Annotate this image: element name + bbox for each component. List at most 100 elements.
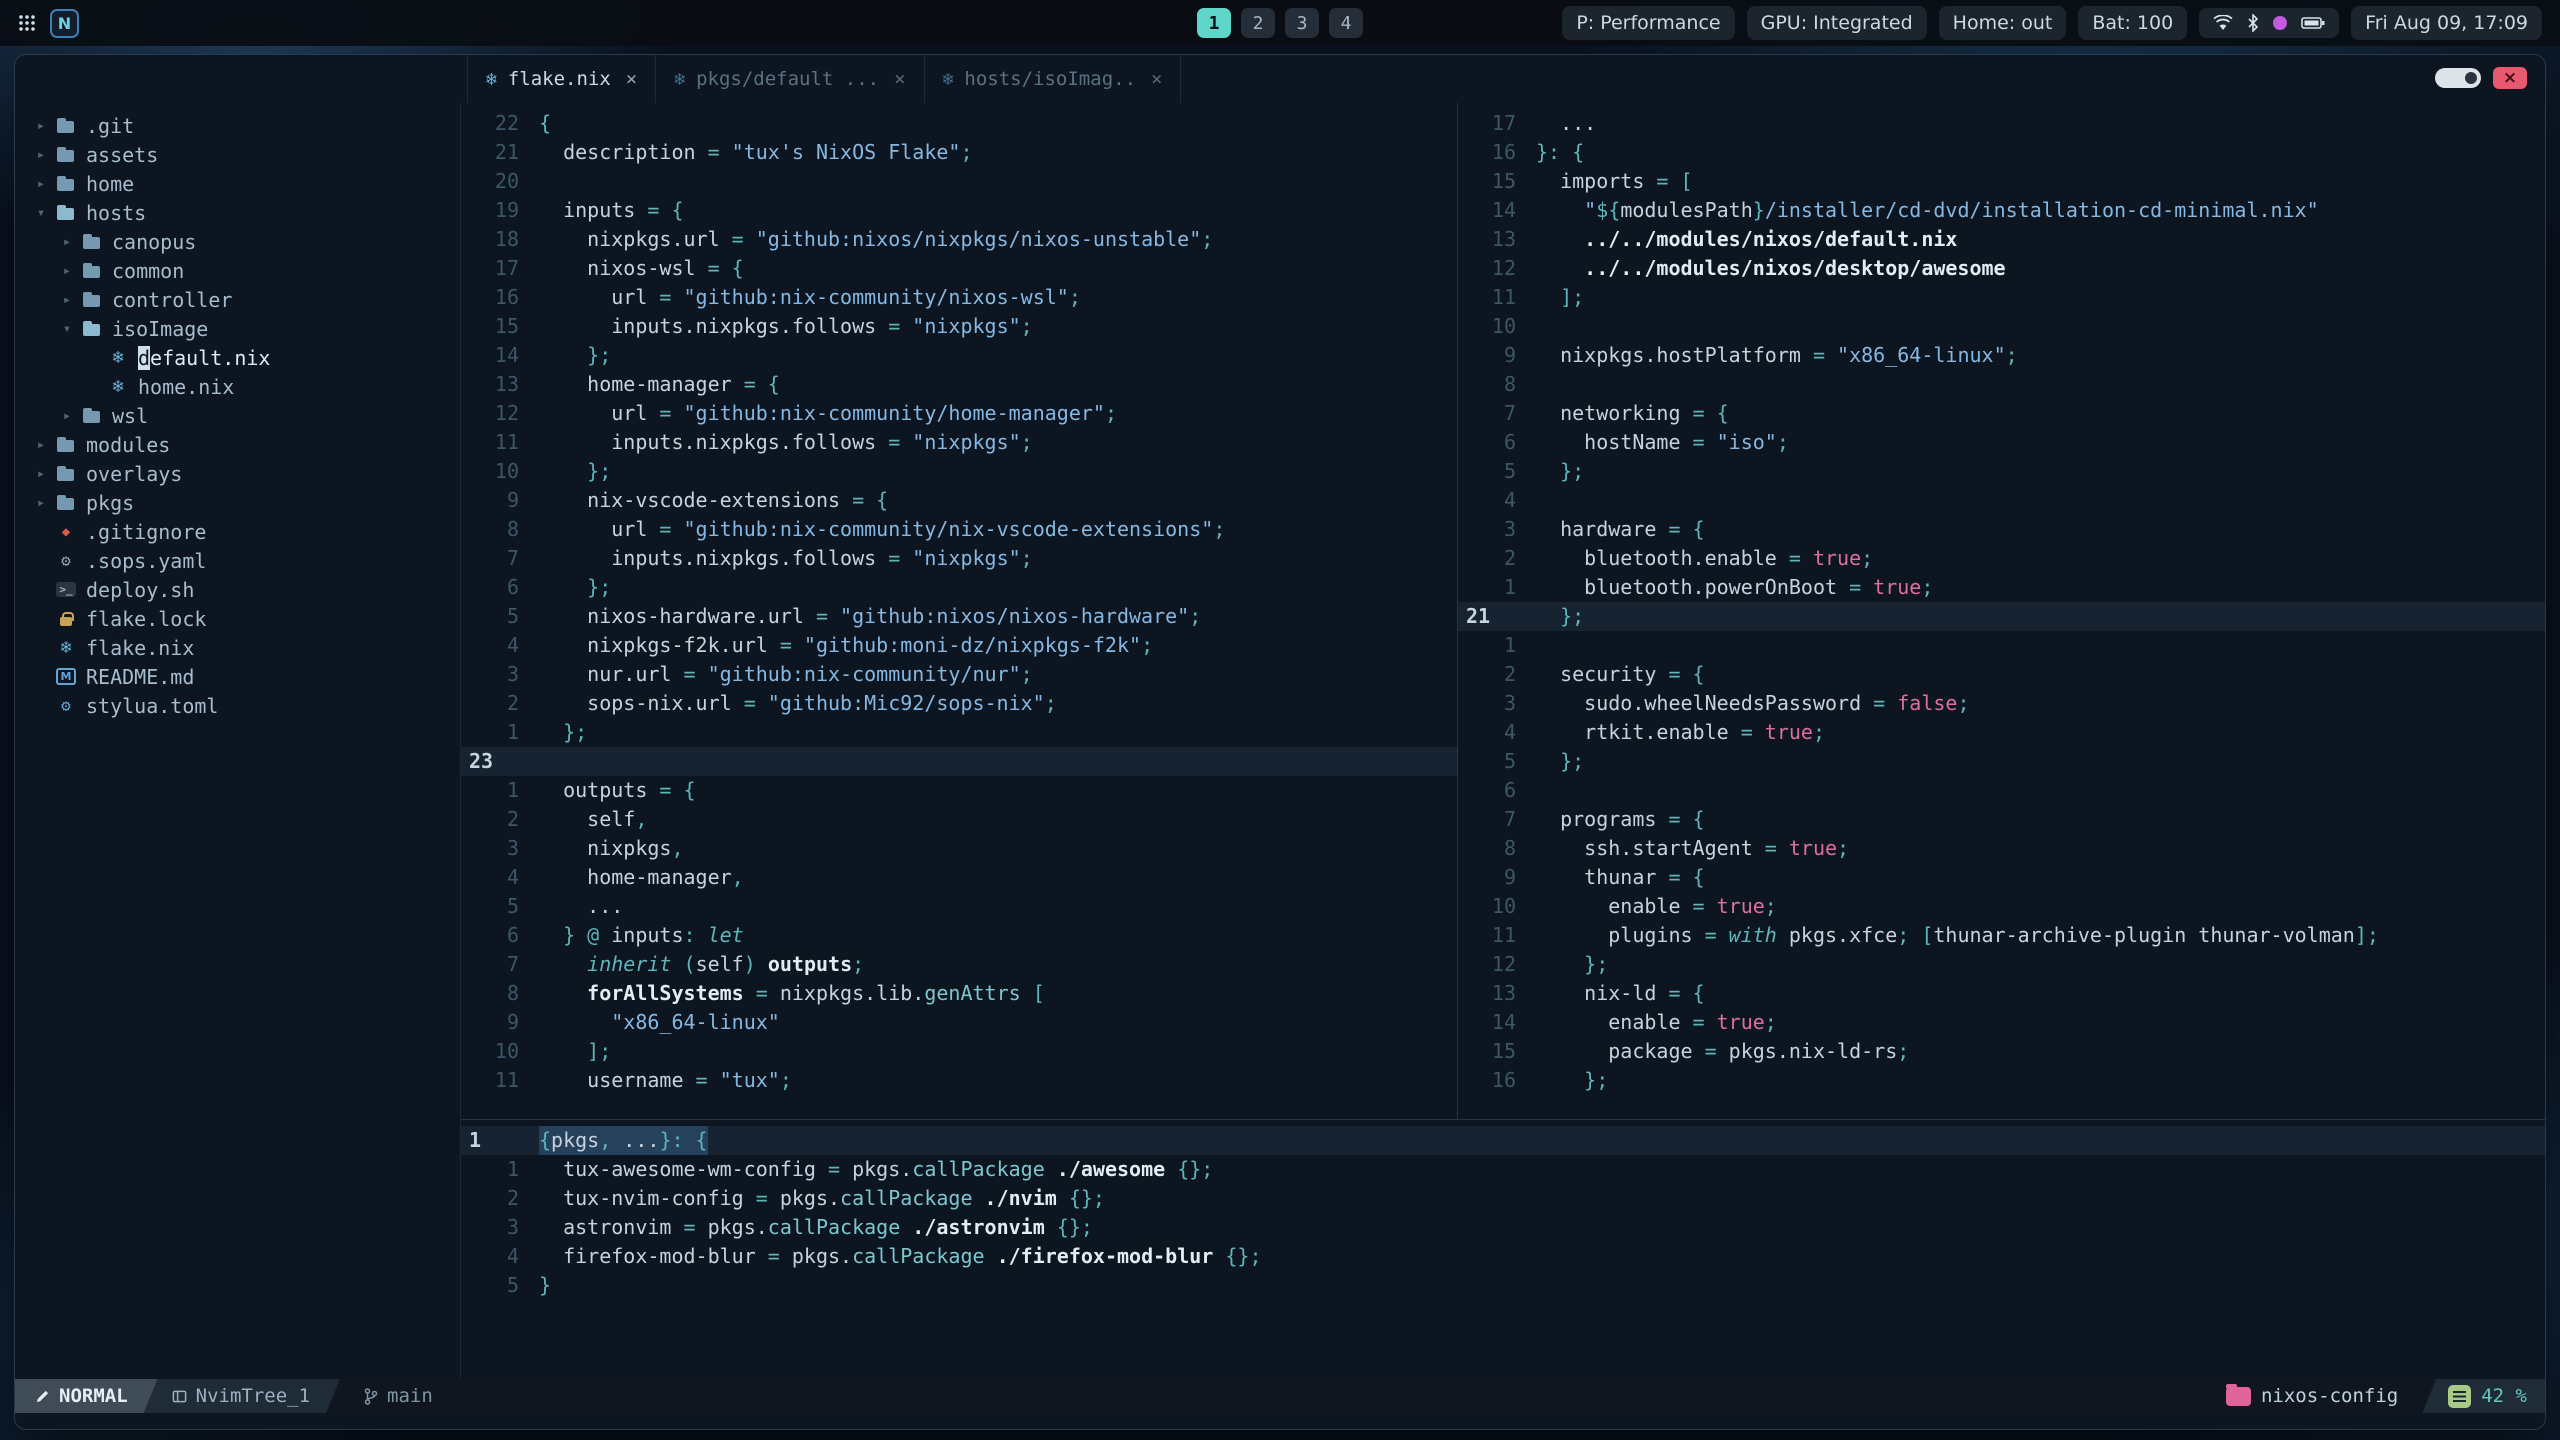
window-close-button[interactable]: ×: [2493, 67, 2527, 89]
code-line[interactable]: 10 };: [461, 457, 1457, 486]
code-line[interactable]: 1 {pkgs, ...}: {: [461, 1126, 2545, 1155]
code-line[interactable]: 3 astronvim = pkgs.callPackage ./astronv…: [461, 1213, 2545, 1242]
code-line[interactable]: 2 tux-nvim-config = pkgs.callPackage ./n…: [461, 1184, 2545, 1213]
workspace-button-4[interactable]: 4: [1329, 8, 1363, 38]
code-line[interactable]: 1 };: [461, 718, 1457, 747]
code-line[interactable]: 15 package = pkgs.nix-ld-rs;: [1458, 1037, 2545, 1066]
code-line[interactable]: 18 nixpkgs.url = "github:nixos/nixpkgs/n…: [461, 225, 1457, 254]
code-line[interactable]: 7 inherit (self) outputs;: [461, 950, 1457, 979]
code-line[interactable]: 14 };: [461, 341, 1457, 370]
window-toggle-button[interactable]: [2435, 68, 2481, 88]
close-icon[interactable]: ×: [1151, 68, 1162, 90]
code-line[interactable]: 2 bluetooth.enable = true;: [1458, 544, 2545, 573]
code-line[interactable]: 23: [461, 747, 1457, 776]
launcher-icon[interactable]: [18, 14, 36, 32]
tree-item-isoimage[interactable]: ▾ isoImage: [15, 314, 460, 343]
tab-flake-nix[interactable]: ❄ flake.nix ×: [467, 55, 657, 103]
code-line[interactable]: 3 sudo.wheelNeedsPassword = false;: [1458, 689, 2545, 718]
code-line[interactable]: 6 };: [461, 573, 1457, 602]
tree-item-assets[interactable]: ▸ assets: [15, 140, 460, 169]
code-line[interactable]: 11 plugins = with pkgs.xfce; [thunar-arc…: [1458, 921, 2545, 950]
code-line[interactable]: 4 firefox-mod-blur = pkgs.callPackage ./…: [461, 1242, 2545, 1271]
app-icon[interactable]: N: [50, 8, 79, 38]
tree-item-overlays[interactable]: ▸ overlays: [15, 459, 460, 488]
code-line[interactable]: 12 ../../modules/nixos/desktop/awesome: [1458, 254, 2545, 283]
code-line[interactable]: 9 "x86_64-linux": [461, 1008, 1457, 1037]
code-line[interactable]: 11 inputs.nixpkgs.follows = "nixpkgs";: [461, 428, 1457, 457]
tree-item-modules[interactable]: ▸ modules: [15, 430, 460, 459]
code-line[interactable]: 3 nur.url = "github:nix-community/nur";: [461, 660, 1457, 689]
code-line[interactable]: 8 forAllSystems = nixpkgs.lib.genAttrs [: [461, 979, 1457, 1008]
code-line[interactable]: 2 self,: [461, 805, 1457, 834]
tree-item-deploy-sh[interactable]: >_ deploy.sh: [15, 575, 460, 604]
tree-item-wsl[interactable]: ▸ wsl: [15, 401, 460, 430]
code-line[interactable]: 1 bluetooth.powerOnBoot = true;: [1458, 573, 2545, 602]
close-icon[interactable]: ×: [894, 68, 905, 90]
code-line[interactable]: 14 enable = true;: [1458, 1008, 2545, 1037]
editor-pane-iso-default[interactable]: 17 ... 16}: {15 imports = [14 "${modulesP…: [1457, 103, 2545, 1119]
tree-item-controller[interactable]: ▸ controller: [15, 285, 460, 314]
code-line[interactable]: 12 };: [1458, 950, 2545, 979]
code-line[interactable]: 19 inputs = {: [461, 196, 1457, 225]
code-line[interactable]: 15 imports = [: [1458, 167, 2545, 196]
code-line[interactable]: 4 home-manager,: [461, 863, 1457, 892]
code-line[interactable]: 1 outputs = {: [461, 776, 1457, 805]
workspace-button-2[interactable]: 2: [1241, 8, 1275, 38]
code-line[interactable]: 17 nixos-wsl = {: [461, 254, 1457, 283]
code-line[interactable]: 1 tux-awesome-wm-config = pkgs.callPacka…: [461, 1155, 2545, 1184]
tree-item-sops-yaml[interactable]: ⚙ .sops.yaml: [15, 546, 460, 575]
code-line[interactable]: 5}: [461, 1271, 2545, 1300]
tab-pkgs-default[interactable]: ❄ pkgs/default ... ×: [656, 55, 925, 103]
code-line[interactable]: 14 "${modulesPath}/installer/cd-dvd/inst…: [1458, 196, 2545, 225]
battery-icon[interactable]: [2301, 16, 2325, 30]
bluetooth-icon[interactable]: [2247, 14, 2259, 32]
code-line[interactable]: 9 nix-vscode-extensions = {: [461, 486, 1457, 515]
code-line[interactable]: 6 } @ inputs: let: [461, 921, 1457, 950]
code-line[interactable]: 21 };: [1458, 602, 2545, 631]
tree-item-home-nix[interactable]: ❄ home.nix: [15, 372, 460, 401]
code-line[interactable]: 5 nixos-hardware.url = "github:nixos/nix…: [461, 602, 1457, 631]
editor-pane-pkgs-default[interactable]: 1 {pkgs, ...}: {1 tux-awesome-wm-config =…: [461, 1119, 2545, 1379]
code-line[interactable]: 16}: {: [1458, 138, 2545, 167]
code-line[interactable]: 10 enable = true;: [1458, 892, 2545, 921]
code-line[interactable]: 11 ];: [1458, 283, 2545, 312]
tree-item-gitignore[interactable]: ◆ .gitignore: [15, 517, 460, 546]
code-line[interactable]: 16 };: [1458, 1066, 2545, 1095]
code-line[interactable]: 8: [1458, 370, 2545, 399]
tree-item-hosts[interactable]: ▾ hosts: [15, 198, 460, 227]
tree-item-readme-md[interactable]: M README.md: [15, 662, 460, 691]
code-line[interactable]: 6 hostName = "iso";: [1458, 428, 2545, 457]
code-line[interactable]: 5 };: [1458, 747, 2545, 776]
code-line[interactable]: 13 home-manager = {: [461, 370, 1457, 399]
code-line[interactable]: 1: [1458, 631, 2545, 660]
tree-item-stylua-toml[interactable]: ⚙ stylua.toml: [15, 691, 460, 720]
code-line[interactable]: 13 ../../modules/nixos/default.nix: [1458, 225, 2545, 254]
code-line[interactable]: 21 description = "tux's NixOS Flake";: [461, 138, 1457, 167]
app-dot-icon[interactable]: [2273, 16, 2288, 30]
code-line[interactable]: 5 ...: [461, 892, 1457, 921]
code-line[interactable]: 22 {: [461, 109, 1457, 138]
tree-item-flake-nix[interactable]: ❄ flake.nix: [15, 633, 460, 662]
code-line[interactable]: 13 nix-ld = {: [1458, 979, 2545, 1008]
code-line[interactable]: 15 inputs.nixpkgs.follows = "nixpkgs";: [461, 312, 1457, 341]
tree-item-git[interactable]: ▸ .git: [15, 111, 460, 140]
tree-item-canopus[interactable]: ▸ canopus: [15, 227, 460, 256]
tree-item-home[interactable]: ▸ home: [15, 169, 460, 198]
workspace-button-1[interactable]: 1: [1197, 8, 1231, 38]
code-line[interactable]: 16 url = "github:nix-community/nixos-wsl…: [461, 283, 1457, 312]
code-line[interactable]: 4: [1458, 486, 2545, 515]
close-icon[interactable]: ×: [626, 68, 637, 90]
tree-item-pkgs[interactable]: ▸ pkgs: [15, 488, 460, 517]
code-line[interactable]: 9 thunar = {: [1458, 863, 2545, 892]
code-line[interactable]: 10 ];: [461, 1037, 1457, 1066]
wifi-icon[interactable]: [2213, 15, 2233, 31]
code-line[interactable]: 7 programs = {: [1458, 805, 2545, 834]
code-line[interactable]: 20: [461, 167, 1457, 196]
tree-item-default-nix[interactable]: ❄ default.nix: [15, 343, 460, 372]
code-line[interactable]: 2 security = {: [1458, 660, 2545, 689]
code-line[interactable]: 6: [1458, 776, 2545, 805]
code-line[interactable]: 11 username = "tux";: [461, 1066, 1457, 1095]
code-line[interactable]: 4 nixpkgs-f2k.url = "github:moni-dz/nixp…: [461, 631, 1457, 660]
tree-item-flake-lock[interactable]: flake.lock: [15, 604, 460, 633]
code-line[interactable]: 8 url = "github:nix-community/nix-vscode…: [461, 515, 1457, 544]
